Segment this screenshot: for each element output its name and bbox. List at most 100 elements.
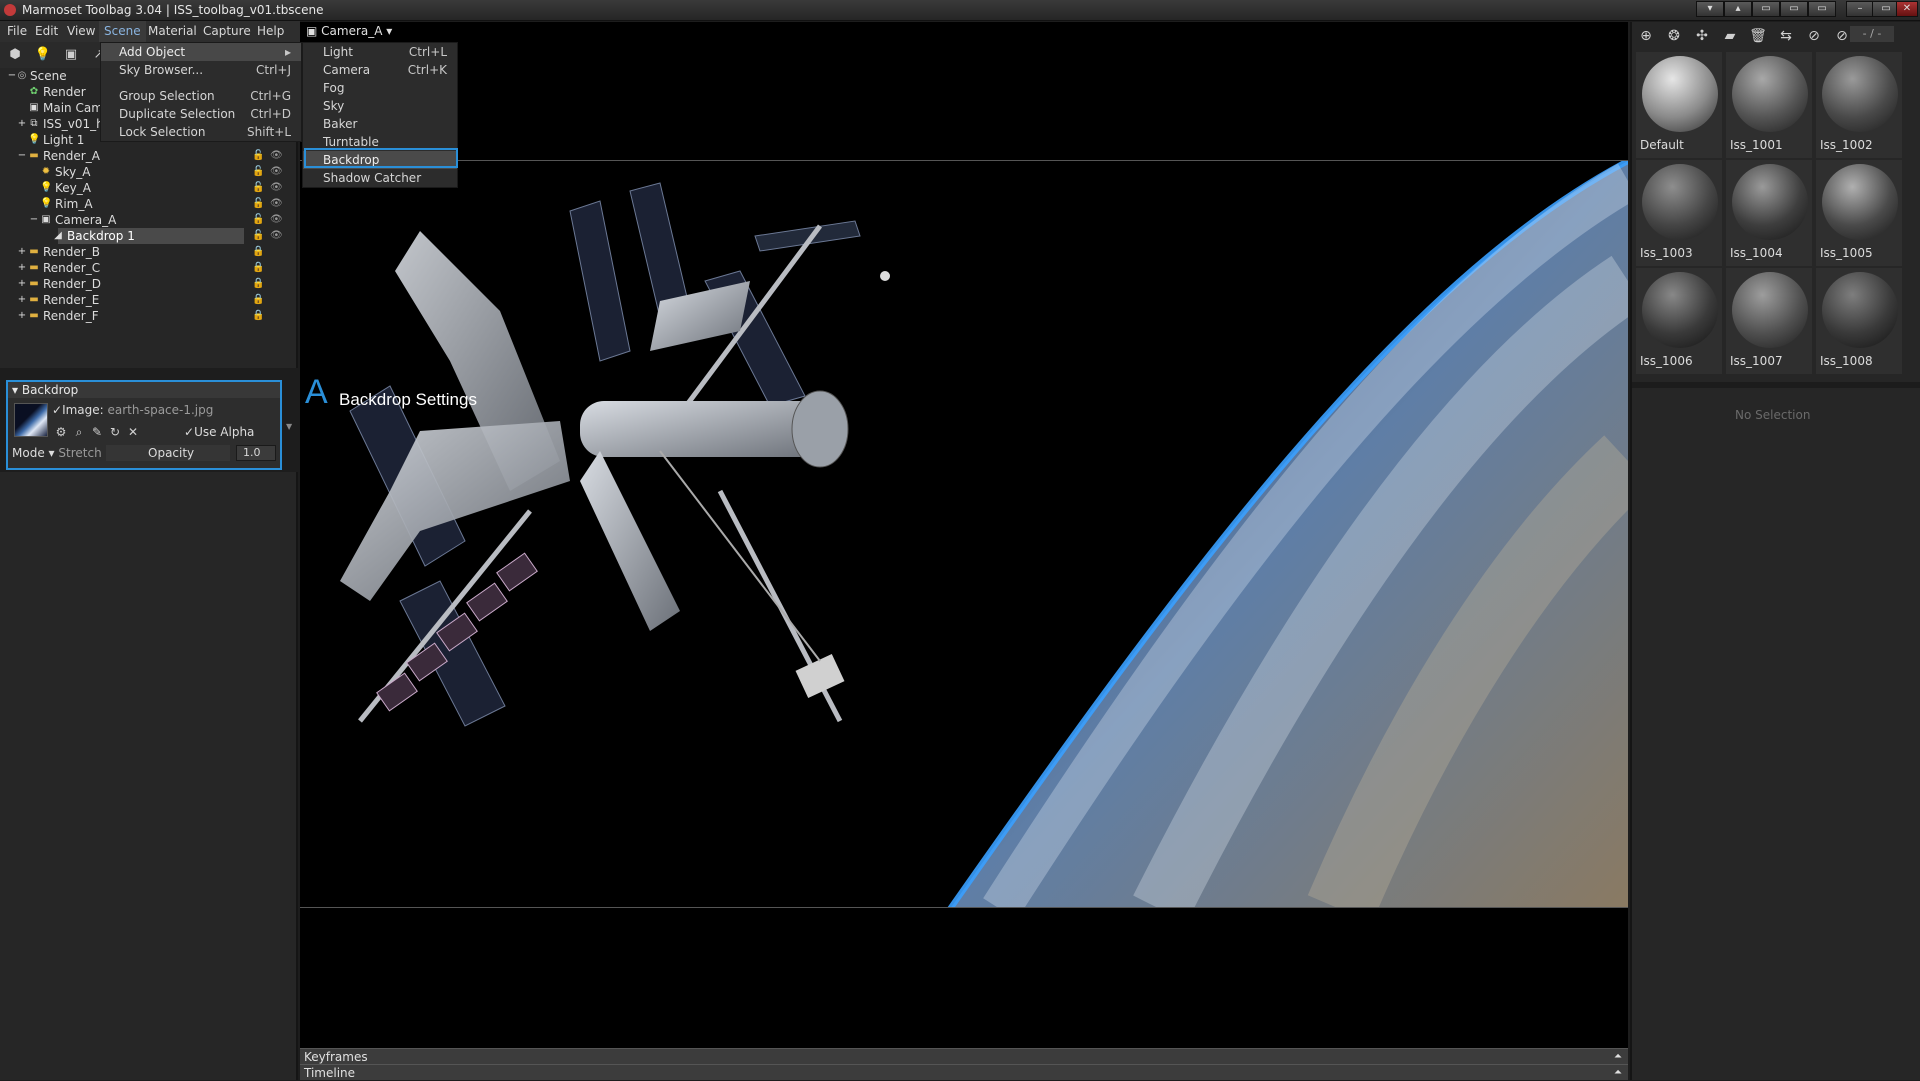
material-swatch[interactable]: Iss_1005 [1816, 160, 1902, 266]
expand-icon[interactable]: + [16, 278, 28, 290]
visibility-eye-icon[interactable]: 👁 [270, 182, 283, 193]
expand-icon[interactable]: − [28, 214, 40, 226]
window-control-5[interactable]: ▭ [1808, 1, 1836, 17]
menu-item-group-selection[interactable]: Group Selection Ctrl+G [101, 87, 301, 105]
panel-divider[interactable] [1632, 382, 1920, 388]
outliner-row[interactable]: + ▬ Render_B 🔒 [0, 244, 298, 260]
backdrop-header[interactable]: ▾ Backdrop [8, 382, 280, 398]
menu-scene[interactable]: Scene [99, 21, 146, 42]
backdrop-image-thumbnail[interactable] [14, 403, 48, 437]
outliner-row[interactable]: ✹ Sky_A 🔓 👁 [0, 164, 298, 180]
expand-icon[interactable]: + [16, 118, 28, 130]
gear-icon[interactable]: ⚙ [54, 425, 68, 439]
material-swatch[interactable]: Iss_1008 [1816, 268, 1902, 374]
menu-item-sky-browser[interactable]: Sky Browser... Ctrl+J [101, 61, 301, 79]
outliner-row[interactable]: − ▣ Camera_A 🔓 👁 [0, 212, 298, 228]
add-light-icon[interactable]: 💡 [34, 46, 52, 64]
trash-icon[interactable]: 🗑 [1748, 26, 1768, 46]
menu-item-camera[interactable]: Camera Ctrl+K [303, 61, 457, 79]
menu-item-light[interactable]: Light Ctrl+L [303, 43, 457, 61]
material-swatch[interactable]: Iss_1004 [1726, 160, 1812, 266]
lock-icon[interactable]: 🔓 [252, 198, 264, 209]
window-control-2[interactable]: ▴ [1724, 1, 1752, 17]
lock-icon[interactable]: 🔒 [252, 310, 264, 321]
duplicate-material-icon[interactable]: ❂ [1664, 26, 1684, 46]
merge-material-icon[interactable]: ✣ [1692, 26, 1712, 46]
material-swatch[interactable]: Iss_1006 [1636, 268, 1722, 374]
material-swatch[interactable]: Default [1636, 52, 1722, 158]
camera-selector[interactable]: ▣ Camera_A ▾ [306, 24, 392, 38]
lock-icon[interactable]: 🔓 [252, 214, 264, 225]
menu-file[interactable]: File [2, 21, 32, 42]
opacity-input[interactable]: 1.0 [236, 445, 276, 461]
expand-up-icon[interactable]: ⏶ [1614, 1049, 1622, 1065]
lock-icon[interactable]: 🔓 [252, 166, 264, 177]
lock-icon[interactable]: 🔓 [252, 150, 264, 161]
expand-icon[interactable]: − [16, 150, 28, 162]
expand-icon[interactable]: + [16, 294, 28, 306]
lock-icon[interactable]: 🔓 [252, 182, 264, 193]
menu-item-duplicate-selection[interactable]: Duplicate Selection Ctrl+D [101, 105, 301, 123]
menu-view[interactable]: View [62, 21, 100, 42]
window-control-4[interactable]: ▭ [1780, 1, 1808, 17]
menu-item-baker[interactable]: Baker [303, 115, 457, 133]
material-swatch[interactable]: Iss_1003 [1636, 160, 1722, 266]
expand-icon[interactable]: + [16, 262, 28, 274]
outliner-row[interactable]: 💡 Key_A 🔓 👁 [0, 180, 298, 196]
outliner-row[interactable]: + ▬ Render_F 🔒 [0, 308, 298, 324]
lock-icon[interactable]: 🔓 [252, 230, 264, 241]
minimize-button[interactable]: – [1846, 1, 1874, 17]
expand-up-icon[interactable]: ⏶ [1614, 1065, 1622, 1081]
mode-dropdown[interactable]: Mode ▾ Stretch [12, 446, 102, 460]
visibility-eye-icon[interactable]: 👁 [270, 214, 283, 225]
image-filename[interactable]: earth-space-1.jpg [108, 403, 214, 417]
use-alpha-checkbox[interactable]: ✓Use Alpha [184, 425, 254, 439]
visibility-eye-icon[interactable]: 👁 [270, 230, 283, 241]
eyedropper-icon[interactable]: ✎ [90, 425, 104, 439]
timeline-bar[interactable]: Timeline ⏶ [300, 1064, 1628, 1080]
pick-material-icon[interactable]: ⊘ [1804, 26, 1824, 46]
menu-item-sky[interactable]: Sky [303, 97, 457, 115]
refresh-icon[interactable]: ↻ [108, 425, 122, 439]
lock-icon[interactable]: 🔒 [252, 246, 264, 257]
menu-item-shadow-catcher[interactable]: Shadow Catcher [303, 169, 457, 187]
menu-edit[interactable]: Edit [30, 21, 63, 42]
checkmark-icon[interactable]: ✓ [52, 403, 62, 417]
menu-item-lock-selection[interactable]: Lock Selection Shift+L [101, 123, 301, 141]
outliner-row[interactable]: + ▬ Render_E 🔒 [0, 292, 298, 308]
window-control-1[interactable]: ▾ [1696, 1, 1724, 17]
outliner-row-selected[interactable]: ◢ Backdrop 1 🔓 👁 [0, 228, 298, 244]
lock-icon[interactable]: 🔒 [252, 294, 264, 305]
folder-icon[interactable]: ▰ [1720, 26, 1740, 46]
material-swatch[interactable]: Iss_1002 [1816, 52, 1902, 158]
outliner-row[interactable]: − ▬ Render_A 🔓 👁 [0, 148, 298, 164]
clear-icon[interactable]: ✕ [126, 425, 140, 439]
lock-icon[interactable]: 🔒 [252, 262, 264, 273]
outliner-row[interactable]: + ▬ Render_D 🔒 [0, 276, 298, 292]
menu-material[interactable]: Material [143, 21, 202, 42]
close-button[interactable]: ✕ [1896, 1, 1918, 17]
add-mesh-icon[interactable]: ⬢ [6, 46, 24, 64]
material-swatch[interactable]: Iss_1001 [1726, 52, 1812, 158]
assign-material-icon[interactable]: ⇆ [1776, 26, 1796, 46]
add-material-icon[interactable]: ⊕ [1636, 26, 1656, 46]
collapse-icon[interactable]: ▾ [12, 383, 22, 397]
expand-icon[interactable]: + [16, 246, 28, 258]
add-camera-icon[interactable]: ▣ [62, 46, 80, 64]
clear-material-icon[interactable]: ⊘ [1832, 26, 1852, 46]
menu-item-add-object[interactable]: Add Object ▸ [101, 43, 301, 61]
scroll-down-icon[interactable]: ▼ [286, 422, 296, 432]
visibility-eye-icon[interactable]: 👁 [270, 198, 283, 209]
keyframes-bar[interactable]: Keyframes ⏶ [300, 1048, 1628, 1064]
outliner-row[interactable]: 💡 Rim_A 🔓 👁 [0, 196, 298, 212]
expand-icon[interactable]: + [16, 310, 28, 322]
window-control-3[interactable]: ▭ [1752, 1, 1780, 17]
menu-capture[interactable]: Capture [198, 21, 256, 42]
outliner-row[interactable]: + ▬ Render_C 🔒 [0, 260, 298, 276]
lock-icon[interactable]: 🔒 [252, 278, 264, 289]
visibility-eye-icon[interactable]: 👁 [270, 166, 283, 177]
menu-item-fog[interactable]: Fog [303, 79, 457, 97]
menu-help[interactable]: Help [252, 21, 289, 42]
material-swatch[interactable]: Iss_1007 [1726, 268, 1812, 374]
search-icon[interactable]: ⌕ [72, 425, 86, 439]
